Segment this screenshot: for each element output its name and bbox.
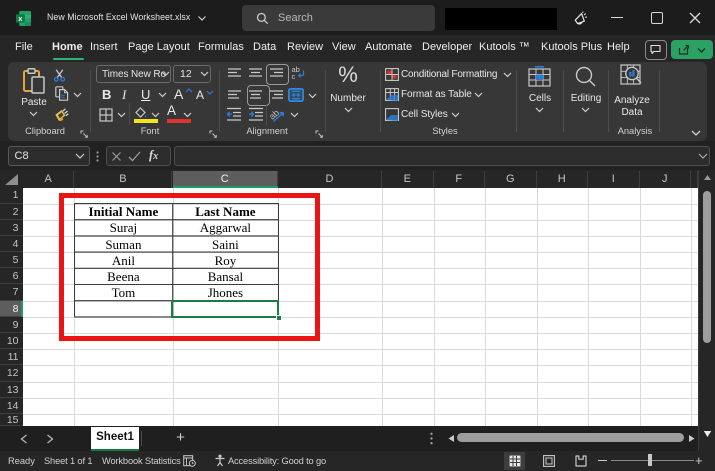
svg-text:c: c (292, 72, 296, 80)
